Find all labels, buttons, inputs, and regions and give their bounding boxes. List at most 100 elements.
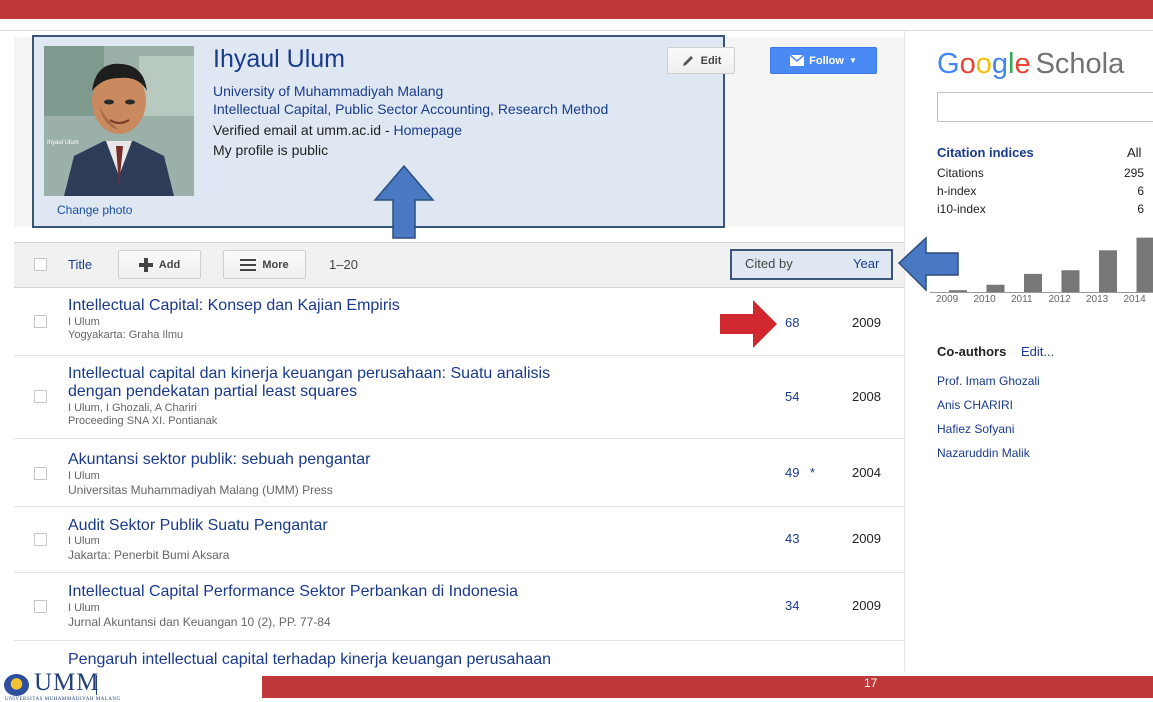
add-button[interactable]: Add <box>118 250 201 279</box>
profile-affiliation: University of Muhammadiyah Malang <box>213 83 444 99</box>
profile-name: Ihyaul Ulum <box>213 45 345 73</box>
chart-bar[interactable] <box>1099 250 1117 292</box>
article-title[interactable]: Intellectual Capital Performance Sektor … <box>68 583 518 600</box>
homepage-link[interactable]: Homepage <box>394 122 463 138</box>
sort-by-title[interactable]: Title <box>68 257 92 272</box>
row-checkbox[interactable] <box>34 390 47 403</box>
article-authors: I Ulum, I Ghozali, A Chariri <box>68 402 197 414</box>
coauthor-link[interactable]: Nazaruddin Malik <box>937 446 1030 460</box>
chart-year-label: 2009 <box>936 294 959 305</box>
logo-letter: o <box>975 48 992 80</box>
scholar-search-input[interactable] <box>937 92 1153 122</box>
cited-count[interactable]: 49 <box>785 465 799 480</box>
top-divider <box>0 30 1153 31</box>
article-title[interactable]: Intellectual Capital: Konsep dan Kajian … <box>68 297 400 314</box>
chart-year-label: 2010 <box>974 294 997 305</box>
chart-year-label: 2013 <box>1086 294 1109 305</box>
pub-year: 2009 <box>852 531 881 546</box>
row-checkbox[interactable] <box>34 315 47 328</box>
select-all-checkbox[interactable] <box>34 258 47 271</box>
follow-label: Follow <box>809 54 844 67</box>
pub-year: 2008 <box>852 389 881 404</box>
article-authors: I Ulum <box>68 316 100 328</box>
sort-by-year[interactable]: Year <box>853 256 879 271</box>
article-authors: I Ulum <box>68 535 100 547</box>
citations-per-year-chart: 2009 2010 2011 2012 2013 2014 <box>930 237 1153 305</box>
chart-bar[interactable] <box>1136 237 1153 292</box>
cited-count[interactable]: 54 <box>785 389 799 404</box>
more-button[interactable]: More <box>223 250 306 279</box>
profile-photo[interactable]: Ihyaul Ulum <box>44 46 194 196</box>
umm-emblem-icon <box>4 674 29 696</box>
logo-letter: g <box>991 48 1008 80</box>
edit-profile-button[interactable]: Edit <box>667 47 735 74</box>
citations-label: Citations <box>937 166 984 180</box>
i10-index-value: 6 <box>1137 202 1144 216</box>
citation-indices-title: Citation indices <box>937 145 1034 160</box>
email-text: Verified email at umm.ac.id - <box>213 122 394 138</box>
citations-value: 295 <box>1123 166 1144 180</box>
plus-icon <box>138 257 153 272</box>
merged-citation-star[interactable]: * <box>810 465 815 480</box>
change-photo-link[interactable]: Change photo <box>57 203 132 217</box>
row-checkbox[interactable] <box>34 533 47 546</box>
add-label: Add <box>158 258 181 271</box>
row-checkbox[interactable] <box>34 600 47 613</box>
profile-email: Verified email at umm.ac.id - Homepage <box>213 121 462 139</box>
profile-public-status: My profile is public <box>213 142 329 158</box>
chart-year-label: 2011 <box>1011 294 1033 305</box>
article-venue: Jurnal Akuntansi dan Keuangan 10 (2), PP… <box>68 615 331 629</box>
i10-index-label: i10-index <box>937 202 986 216</box>
logo-scholar-word: Schola <box>1035 48 1125 80</box>
article-title-continued[interactable]: dengan pendekatan partial least squares <box>68 383 357 400</box>
follow-button[interactable]: Follow ▼ <box>770 47 877 74</box>
coauthor-link[interactable]: Prof. Imam Ghozali <box>937 374 1040 388</box>
google-scholar-logo[interactable]: Google Schola <box>937 48 1124 81</box>
article-venue: Universitas Muhammadiyah Malang (UMM) Pr… <box>68 483 333 497</box>
menu-icon <box>240 258 257 271</box>
coauthor-link[interactable]: Hafiez Sofyani <box>937 422 1014 436</box>
umm-logo-subtext: UNIVERSITAS MUHAMMADIYAH MALANG <box>5 697 121 702</box>
pub-year: 2009 <box>852 598 881 613</box>
chart-bar[interactable] <box>949 290 967 292</box>
umm-logo-divider <box>96 675 97 695</box>
logo-letter: G <box>937 48 960 80</box>
logo-letter: e <box>1014 48 1031 80</box>
coauthors-title: Co-authors <box>937 344 1007 359</box>
article-title[interactable]: Audit Sektor Publik Suatu Pengantar <box>68 517 328 534</box>
result-range: 1–20 <box>329 257 358 272</box>
umm-logo-text: UMM <box>34 669 100 696</box>
profile-interests[interactable]: Intellectual Capital, Public Sector Acco… <box>213 100 608 118</box>
photo-caption: Ihyaul Ulum <box>47 140 79 146</box>
edit-label: Edit <box>700 54 722 67</box>
chart-bar[interactable] <box>986 284 1005 292</box>
article-title[interactable]: Intellectual capital dan kinerja keuanga… <box>68 365 550 382</box>
cited-count[interactable]: 68 <box>785 315 799 330</box>
article-venue: Jakarta: Penerbit Bumi Aksara <box>68 548 230 562</box>
pub-year: 2009 <box>852 315 881 330</box>
chart-bar[interactable] <box>1024 273 1042 292</box>
coauthor-link[interactable]: Anis CHARIRI <box>937 398 1013 412</box>
chart-bar[interactable] <box>1061 270 1080 292</box>
h-index-value: 6 <box>1137 184 1144 198</box>
coauthors-edit-link[interactable]: Edit... <box>1021 344 1054 359</box>
pencil-icon <box>682 55 693 66</box>
article-venue: Proceeding SNA XI. Pontianak <box>68 415 218 427</box>
citation-all-column: All <box>1127 145 1142 160</box>
slide-page-number: 17 <box>864 676 878 690</box>
footer-red-band <box>262 676 1153 698</box>
cited-count[interactable]: 43 <box>785 531 799 546</box>
row-checkbox[interactable] <box>34 467 47 480</box>
article-title[interactable]: Pengaruh intellectual capital terhadap k… <box>68 651 551 668</box>
article-authors: I Ulum <box>68 470 100 482</box>
pub-year: 2004 <box>852 465 881 480</box>
cited-count[interactable]: 34 <box>785 598 799 613</box>
article-authors: I Ulum <box>68 602 100 614</box>
envelope-icon <box>790 55 805 66</box>
article-title[interactable]: Akuntansi sektor publik: sebuah penganta… <box>68 451 370 468</box>
top-red-band <box>0 0 1153 19</box>
logo-letter: o <box>959 48 976 80</box>
sort-by-cited[interactable]: Cited by <box>745 256 793 271</box>
chart-year-label: 2012 <box>1049 294 1072 305</box>
sidebar-separator <box>904 31 905 671</box>
